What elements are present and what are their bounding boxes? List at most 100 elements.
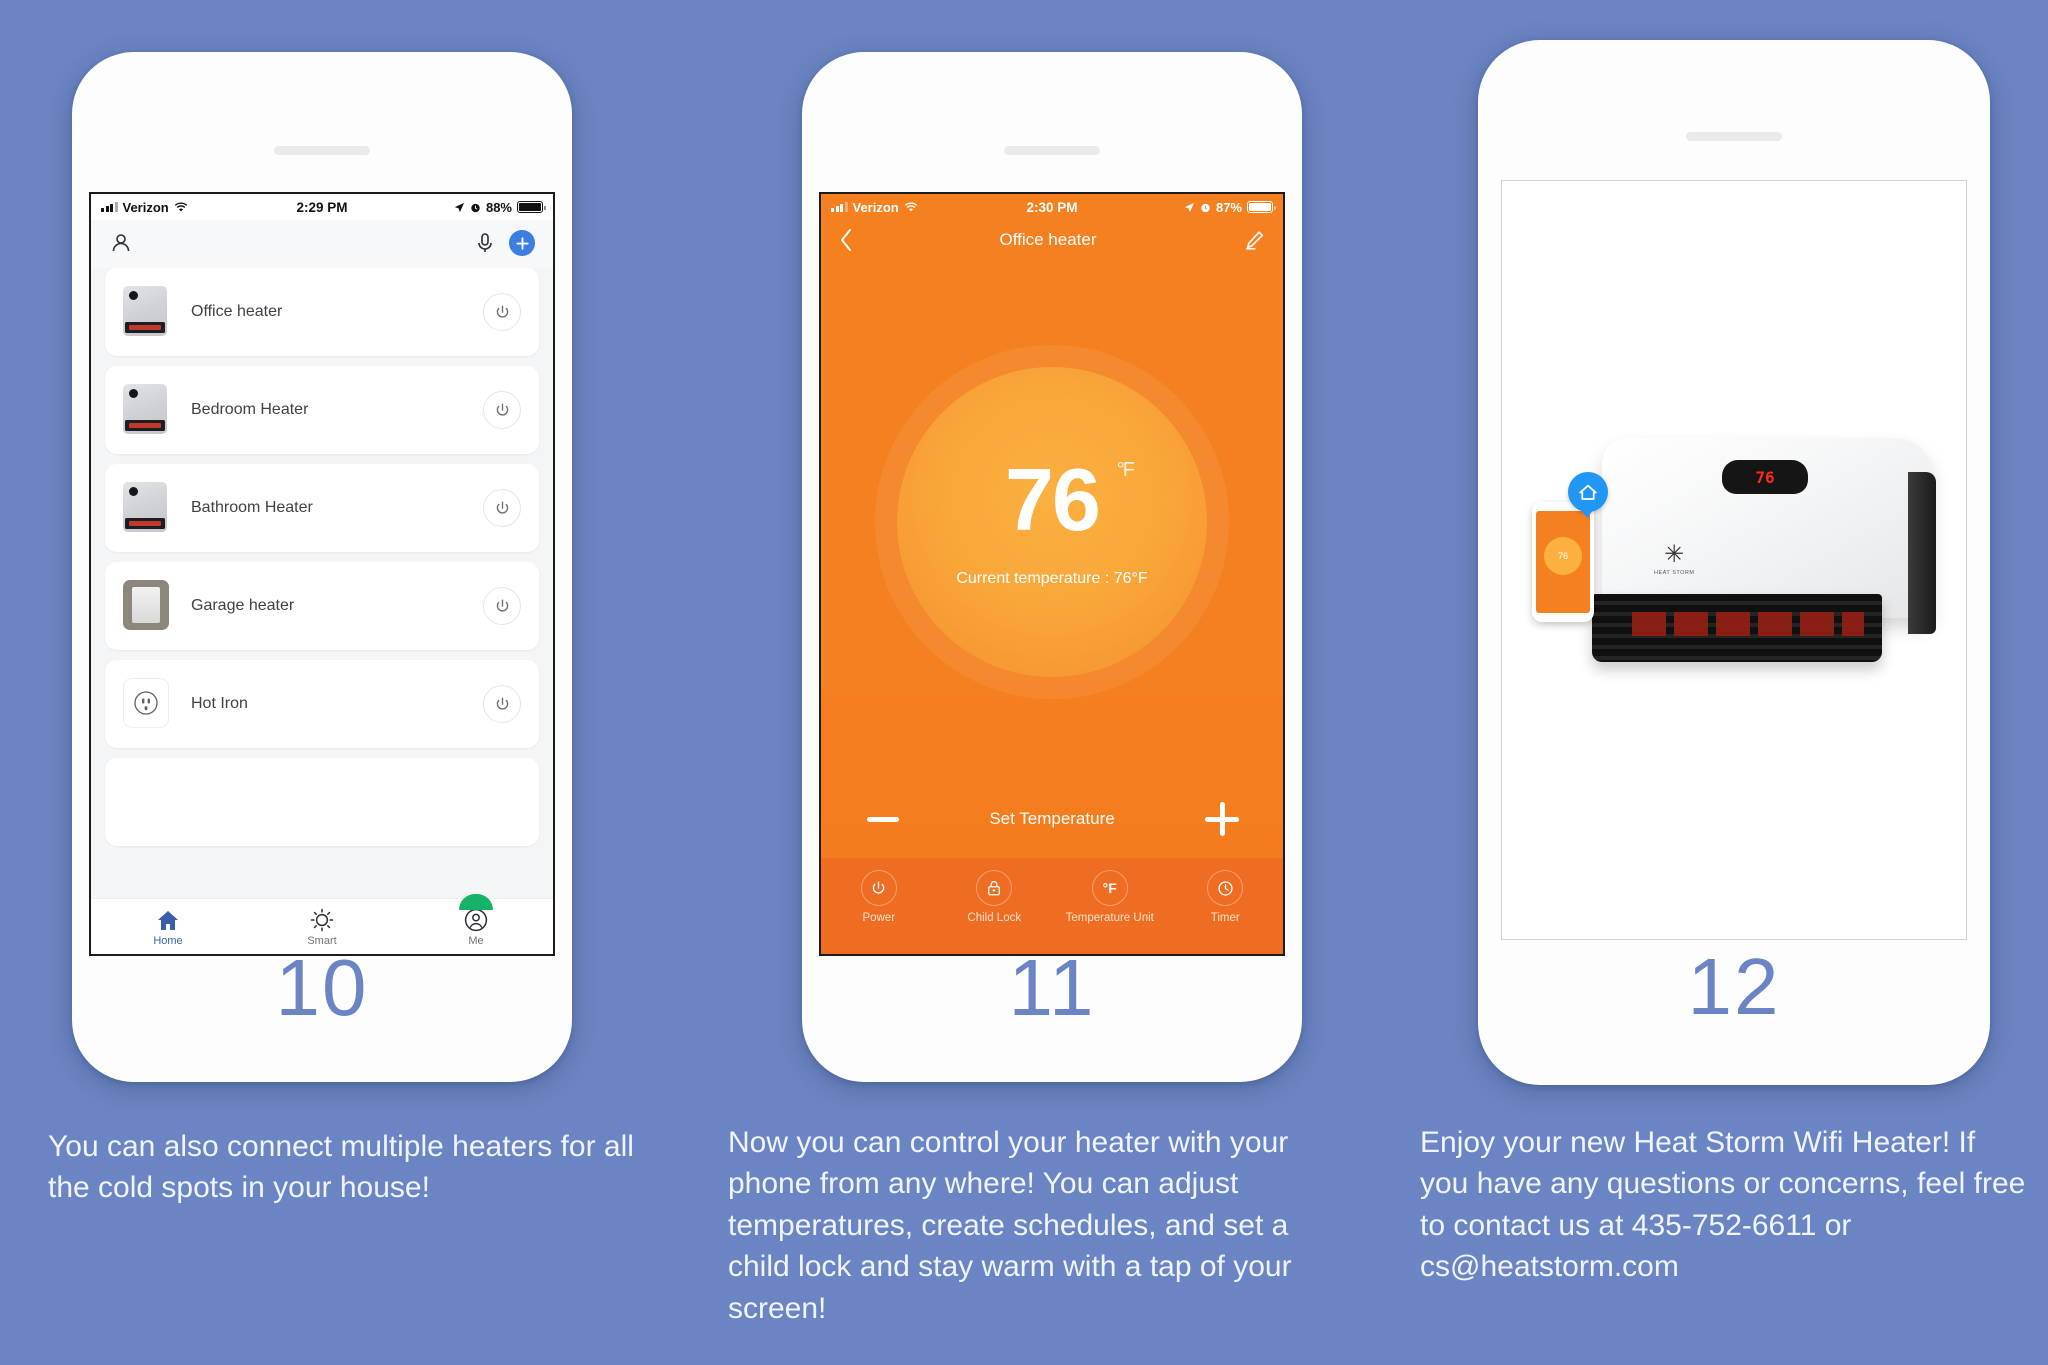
wifi-icon xyxy=(174,201,187,211)
heater-side-panel xyxy=(1908,472,1936,634)
phone-mockup-12: 76 ✳ HEAT STORM 76 12 xyxy=(1478,40,1990,1085)
temperature-unit-label: °F xyxy=(1116,459,1135,481)
degree-f-glyph: °F xyxy=(1102,880,1117,896)
heater-icon xyxy=(123,482,169,534)
phone-screen-12: 76 ✳ HEAT STORM 76 xyxy=(1501,180,1967,940)
set-temperature-row: Set Temperature xyxy=(821,780,1283,858)
alarm-clock-icon xyxy=(1201,203,1210,212)
set-temperature-label: Set Temperature xyxy=(989,809,1115,828)
device-row[interactable]: Bathroom Heater xyxy=(105,464,539,552)
phone-screen-10: Verizon 2:29 PM 88% Office heater Bedroo… xyxy=(89,192,555,956)
device-row[interactable]: Garage heater xyxy=(105,562,539,650)
heater-detail-screen: Office heater 76 °F Current temperature … xyxy=(821,220,1283,954)
carrier-label: Verizon xyxy=(852,199,899,215)
location-arrow-icon xyxy=(454,202,465,212)
alarm-clock-icon xyxy=(471,203,480,212)
phone-screen-11: Verizon 2:30 PM 87% Office heater 76 °F … xyxy=(819,192,1285,956)
carrier-label: Verizon xyxy=(122,199,169,215)
device-name: Bathroom Heater xyxy=(191,499,313,516)
device-row[interactable]: Bedroom Heater xyxy=(105,366,539,454)
decrease-temperature-button[interactable] xyxy=(867,816,899,822)
lock-icon xyxy=(976,870,1013,906)
companion-phone-image: 76 xyxy=(1532,502,1594,622)
heater-grille xyxy=(1592,594,1882,662)
current-temperature-label: Current temperature : 76°F xyxy=(956,570,1148,587)
microphone-icon[interactable] xyxy=(475,232,495,254)
power-icon xyxy=(496,402,508,415)
power-toggle-button[interactable] xyxy=(483,489,521,527)
chevron-left-icon[interactable] xyxy=(839,228,853,252)
person-icon[interactable] xyxy=(109,231,133,255)
power-icon xyxy=(860,870,897,906)
wall-heater-product-image: 76 ✳ HEAT STORM 76 xyxy=(1524,410,1944,710)
phone-speaker xyxy=(274,146,370,155)
phone-speaker xyxy=(1004,146,1100,155)
location-arrow-icon xyxy=(1184,202,1195,212)
signal-bars-icon xyxy=(101,202,118,212)
companion-app-temp: 76 xyxy=(1557,551,1568,561)
status-time: 2:29 PM xyxy=(296,199,348,215)
caption-11: Now you can control your heater with you… xyxy=(728,1126,1292,1325)
wall-switch-icon xyxy=(123,580,169,632)
target-temperature-value: 76 xyxy=(1005,450,1101,549)
home-header xyxy=(91,220,553,268)
phone-speaker xyxy=(1686,132,1782,141)
control-label: Temperature Unit xyxy=(1065,912,1154,924)
power-toggle-button[interactable] xyxy=(483,293,521,331)
power-toggle-button[interactable] xyxy=(483,685,521,723)
device-list: Office heater Bedroom Heater Bathroom He… xyxy=(91,268,553,846)
target-temperature-value-wrap: 76 °F xyxy=(1005,456,1135,544)
page-title: Office heater xyxy=(999,230,1097,249)
temperature-dial[interactable]: 76 °F Current temperature : 76°F xyxy=(897,367,1207,677)
battery-icon xyxy=(517,201,546,213)
device-name: Hot Iron xyxy=(191,695,248,712)
device-row-partial[interactable] xyxy=(105,758,539,846)
power-toggle-button[interactable] xyxy=(483,587,521,625)
product-image-screen: 76 ✳ HEAT STORM 76 xyxy=(1502,181,1966,939)
temperature-dial-area: 76 °F Current temperature : 76°F xyxy=(821,264,1283,780)
status-time: 2:30 PM xyxy=(1026,199,1078,215)
house-wifi-glyph-icon xyxy=(1579,484,1597,500)
pencil-icon[interactable] xyxy=(1243,229,1265,251)
caption-12: Enjoy your new Heat Storm Wifi Heater! I… xyxy=(1420,1126,2026,1284)
battery-percent: 87% xyxy=(1215,199,1242,215)
status-bar: Verizon 2:30 PM 87% xyxy=(821,194,1283,220)
device-name: Garage heater xyxy=(191,597,295,614)
power-icon xyxy=(496,598,508,611)
companion-app-screen: 76 xyxy=(1536,511,1590,613)
increase-temperature-button[interactable] xyxy=(1205,802,1239,836)
heater-led-display: 76 xyxy=(1722,460,1808,494)
home-icon xyxy=(158,910,178,930)
degree-f-icon: °F xyxy=(1091,870,1128,906)
device-row[interactable]: Hot Iron xyxy=(105,660,539,748)
heat-storm-logo: ✳ HEAT STORM xyxy=(1654,541,1695,576)
add-device-button[interactable] xyxy=(509,230,535,256)
heater-display-value: 76 xyxy=(1755,467,1775,487)
power-toggle-button[interactable] xyxy=(483,391,521,429)
outlet-icon xyxy=(123,678,169,730)
clock-icon xyxy=(1207,870,1244,906)
control-label: Child Lock xyxy=(967,912,1022,924)
sun-icon xyxy=(310,908,334,932)
green-highlight-arc xyxy=(459,894,493,910)
plus-icon xyxy=(515,236,529,250)
battery-percent: 88% xyxy=(485,199,512,215)
slide-canvas: Verizon 2:29 PM 88% Office heater Bedroo… xyxy=(0,0,2048,1365)
control-label: Power xyxy=(862,912,896,924)
power-icon xyxy=(496,500,508,513)
control-label: Timer xyxy=(1210,912,1240,924)
device-row[interactable]: Office heater xyxy=(105,268,539,356)
status-bar: Verizon 2:29 PM 88% xyxy=(91,194,553,220)
page-number: 11 xyxy=(1008,943,1096,1032)
page-number: 10 xyxy=(275,943,369,1032)
smart-home-wifi-icon xyxy=(1568,472,1608,518)
power-icon xyxy=(496,304,508,317)
device-name: Office heater xyxy=(191,303,283,320)
heater-icon xyxy=(123,384,169,436)
outlet-glyph-icon xyxy=(134,691,158,715)
device-name: Bedroom Heater xyxy=(191,401,309,418)
brand-label: HEAT STORM xyxy=(1654,570,1695,576)
signal-bars-icon xyxy=(831,202,848,212)
page-number: 12 xyxy=(1687,942,1781,1031)
home-tab-content: Office heater Bedroom Heater Bathroom He… xyxy=(91,220,553,954)
